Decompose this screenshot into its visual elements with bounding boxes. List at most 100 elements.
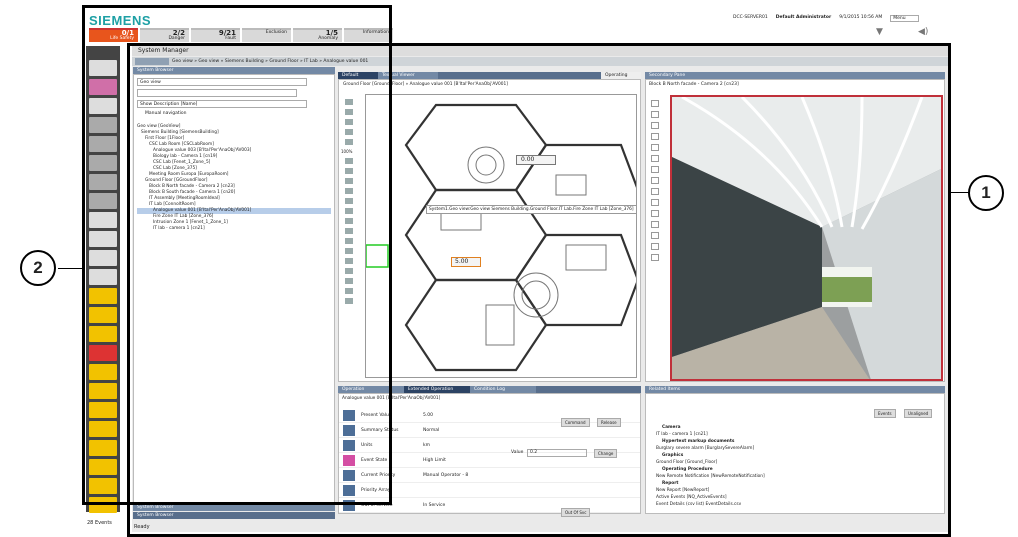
- manual-navigation[interactable]: Manual navigation: [145, 111, 331, 116]
- tool-icon[interactable]: [345, 298, 353, 304]
- related-item[interactable]: IT lab - camera 1 [cn21]: [656, 431, 936, 438]
- out-of-service-button[interactable]: Out Of Svc: [561, 508, 591, 517]
- event-tile[interactable]: [89, 98, 117, 114]
- camera-tool-icon[interactable]: [651, 199, 659, 206]
- tree-node[interactable]: IT lab - camera 1 [cn21]: [137, 226, 331, 232]
- event-tile[interactable]: [89, 269, 117, 285]
- tool-icon[interactable]: [345, 268, 353, 274]
- description-select[interactable]: Show Description [Name]: [137, 100, 307, 108]
- tool-icon[interactable]: [345, 218, 353, 224]
- related-item[interactable]: New Report [NewReport]: [656, 487, 936, 494]
- event-tile[interactable]: [89, 79, 117, 95]
- tool-icon[interactable]: [345, 178, 353, 184]
- summary-cell[interactable]: Information: [344, 28, 393, 42]
- tab-textual-viewer[interactable]: Textual Viewer: [378, 72, 438, 79]
- value-display-1[interactable]: 0.00: [516, 155, 556, 165]
- event-tile[interactable]: [89, 288, 117, 304]
- event-tile[interactable]: [89, 478, 117, 494]
- summary-cell[interactable]: 9/21 Fault: [191, 28, 240, 42]
- tool-icon[interactable]: [345, 119, 353, 125]
- tool-icon[interactable]: [345, 248, 353, 254]
- tool-icon[interactable]: [345, 99, 353, 105]
- tool-icon[interactable]: [345, 109, 353, 115]
- camera-tool-icon[interactable]: [651, 254, 659, 261]
- camera-tool-icon[interactable]: [651, 122, 659, 129]
- summary-cell[interactable]: 2/2 Danger: [140, 28, 189, 42]
- tool-icon[interactable]: [345, 129, 353, 135]
- tool-icon[interactable]: [345, 238, 353, 244]
- event-tile[interactable]: [89, 497, 117, 513]
- value-input[interactable]: 0.2: [527, 449, 587, 457]
- op-tab[interactable]: Operation: [338, 386, 404, 393]
- tool-icon[interactable]: [345, 188, 353, 194]
- camera-tool-icon[interactable]: [651, 155, 659, 162]
- event-tile[interactable]: [89, 402, 117, 418]
- tool-icon[interactable]: [345, 158, 353, 164]
- camera-tool-icon[interactable]: [651, 177, 659, 184]
- search-input[interactable]: [137, 89, 297, 97]
- event-tile[interactable]: [89, 250, 117, 266]
- event-tile[interactable]: [89, 440, 117, 456]
- related-item[interactable]: Ground Floor [Ground_Floor]: [656, 459, 936, 466]
- tool-icon[interactable]: [345, 139, 353, 145]
- event-tile[interactable]: [89, 136, 117, 152]
- menu-button[interactable]: Menu: [890, 15, 919, 22]
- event-tile[interactable]: [89, 345, 117, 361]
- camera-tool-icon[interactable]: [651, 133, 659, 140]
- command-button[interactable]: Command: [561, 418, 590, 427]
- event-tile[interactable]: [89, 155, 117, 171]
- tool-icon[interactable]: [345, 258, 353, 264]
- event-tile[interactable]: [89, 307, 117, 323]
- summary-cell[interactable]: 0/1 Life Safety: [89, 28, 138, 42]
- floor-plan-canvas[interactable]: 0.00 5.00 System1.Geo view:Geo view Siem…: [365, 94, 637, 378]
- summary-cell[interactable]: Exclusion: [242, 28, 291, 42]
- event-tile[interactable]: [89, 364, 117, 380]
- camera-tool-icon[interactable]: [651, 166, 659, 173]
- related-item[interactable]: Event Details (csv list) EventDetails.cs…: [656, 501, 936, 508]
- tool-icon[interactable]: [345, 278, 353, 284]
- view-select[interactable]: Geo view: [137, 78, 307, 86]
- nav-buttons[interactable]: [135, 58, 169, 65]
- camera-tool-icon[interactable]: [651, 210, 659, 217]
- change-button[interactable]: Change: [594, 449, 618, 458]
- tool-icon[interactable]: [345, 168, 353, 174]
- camera-video[interactable]: [670, 95, 943, 381]
- browser-footer-2[interactable]: System Browser: [133, 512, 335, 519]
- sound-icon[interactable]: ◀): [918, 27, 928, 37]
- unaligned-button[interactable]: Unaligned: [904, 409, 933, 418]
- tool-icon[interactable]: [345, 198, 353, 204]
- release-button[interactable]: Release: [597, 418, 621, 427]
- tab-operating[interactable]: Operating: [601, 72, 641, 79]
- camera-tool-icon[interactable]: [651, 221, 659, 228]
- tool-icon[interactable]: [345, 288, 353, 294]
- event-tile[interactable]: [89, 60, 117, 76]
- camera-tool-icon[interactable]: [651, 144, 659, 151]
- event-tile[interactable]: [89, 193, 117, 209]
- event-tile[interactable]: [89, 231, 117, 247]
- filter-icon[interactable]: ▼: [876, 27, 883, 37]
- browser-footer[interactable]: System Browser: [133, 504, 335, 511]
- camera-tool-icon[interactable]: [651, 100, 659, 107]
- event-tile[interactable]: [89, 174, 117, 190]
- summary-cell[interactable]: 1/5 Anomaly: [293, 28, 342, 42]
- tool-icon[interactable]: [345, 228, 353, 234]
- related-item[interactable]: Burglary severe alarm [BurglarySevereAla…: [656, 445, 936, 452]
- camera-tool-icon[interactable]: [651, 111, 659, 118]
- tab-default[interactable]: Default: [338, 72, 378, 79]
- camera-tool-icon[interactable]: [651, 232, 659, 239]
- events-button[interactable]: Events: [874, 409, 896, 418]
- event-tile[interactable]: [89, 117, 117, 133]
- related-item[interactable]: New Remote Notification [NewRemoteNotifi…: [656, 473, 936, 480]
- event-tile[interactable]: [89, 326, 117, 342]
- op-tab[interactable]: Condition Log: [470, 386, 536, 393]
- event-tile[interactable]: [89, 421, 117, 437]
- event-tile[interactable]: [89, 212, 117, 228]
- event-tile[interactable]: [89, 459, 117, 475]
- event-tile[interactable]: [89, 383, 117, 399]
- camera-tool-icon[interactable]: [651, 243, 659, 250]
- camera-tool-icon[interactable]: [651, 188, 659, 195]
- value-display-2[interactable]: 5.00: [451, 257, 481, 267]
- related-item[interactable]: Active Events [NQ_ActiveEvents]: [656, 494, 936, 501]
- op-tab[interactable]: Extended Operation: [404, 386, 470, 393]
- tool-icon[interactable]: [345, 208, 353, 214]
